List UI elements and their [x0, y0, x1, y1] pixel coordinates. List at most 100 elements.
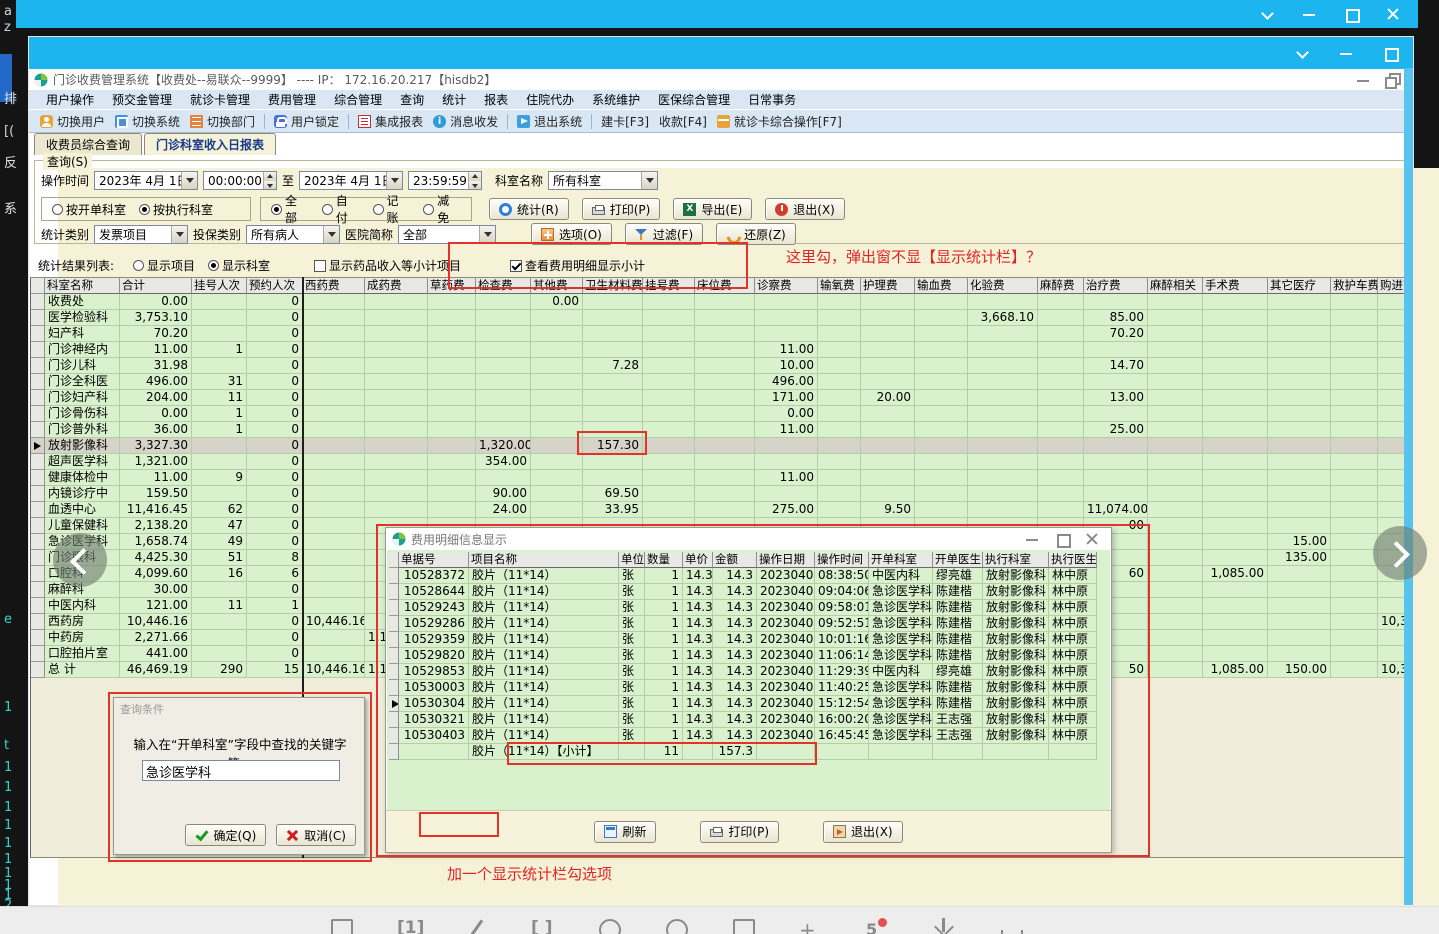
cell[interactable]	[861, 422, 915, 438]
insure-type-select[interactable]: 所有病人	[246, 224, 341, 244]
cell[interactable]: 0	[247, 502, 303, 518]
radio-show-items[interactable]: 显示项目	[133, 257, 208, 274]
cell[interactable]	[1203, 502, 1268, 518]
cell[interactable]	[1331, 502, 1378, 518]
cell[interactable]: 354.00	[476, 454, 531, 470]
header-cell[interactable]: 诊察费	[755, 278, 818, 294]
cell[interactable]	[695, 422, 755, 438]
cell[interactable]: 11.00	[120, 470, 192, 486]
cell[interactable]	[1203, 438, 1268, 454]
cell[interactable]	[1148, 294, 1203, 310]
cell[interactable]: 9.50	[861, 502, 915, 518]
cell[interactable]	[303, 470, 365, 486]
cell[interactable]	[818, 374, 861, 390]
cell[interactable]	[755, 310, 818, 326]
cell[interactable]	[915, 326, 968, 342]
cell[interactable]	[695, 486, 755, 502]
cell[interactable]	[1331, 550, 1378, 566]
menu-item-5[interactable]: 查询	[391, 91, 433, 108]
cell[interactable]	[303, 358, 365, 374]
cell[interactable]	[1331, 342, 1378, 358]
cell[interactable]	[1331, 614, 1378, 630]
cell[interactable]	[192, 326, 247, 342]
cell[interactable]	[192, 294, 247, 310]
cell[interactable]	[1203, 454, 1268, 470]
cell[interactable]	[915, 406, 968, 422]
cell[interactable]	[1148, 406, 1203, 422]
cell[interactable]	[695, 358, 755, 374]
cell[interactable]	[1148, 454, 1203, 470]
cell[interactable]: 0	[247, 310, 303, 326]
cell[interactable]	[1203, 582, 1268, 598]
cell[interactable]	[915, 438, 968, 454]
button-print-1[interactable]: 打印(P)	[581, 198, 661, 220]
cell[interactable]	[968, 406, 1038, 422]
cell[interactable]: 70.20	[120, 326, 192, 342]
cell[interactable]	[1331, 310, 1378, 326]
cell[interactable]	[303, 390, 365, 406]
cell[interactable]	[583, 294, 643, 310]
cell[interactable]	[818, 310, 861, 326]
table-row[interactable]: 放射影像科 3,327.30 0 1,320.00 157.30	[31, 438, 1407, 454]
cell[interactable]	[1148, 390, 1203, 406]
cell[interactable]: 0.00	[755, 406, 818, 422]
cell[interactable]	[476, 422, 531, 438]
cell[interactable]	[303, 406, 365, 422]
cell[interactable]: 血透中心	[45, 502, 120, 518]
chevron-down-icon[interactable]	[479, 225, 496, 243]
cell[interactable]	[1084, 374, 1148, 390]
cell[interactable]	[818, 470, 861, 486]
cell[interactable]	[643, 390, 695, 406]
menu-item-10[interactable]: 医保综合管理	[649, 91, 739, 108]
cell[interactable]	[1268, 422, 1331, 438]
cell[interactable]	[303, 630, 365, 646]
cell[interactable]	[1148, 662, 1203, 678]
cell[interactable]: 0	[247, 582, 303, 598]
cell[interactable]	[1268, 326, 1331, 342]
menu-item-8[interactable]: 住院代办	[517, 91, 583, 108]
brackets-icon[interactable]	[531, 918, 553, 934]
cell[interactable]	[1148, 534, 1203, 550]
cell[interactable]: 健康体检中	[45, 470, 120, 486]
menu-item-9[interactable]: 系统维护	[583, 91, 649, 108]
cell[interactable]: 妇产科	[45, 326, 120, 342]
radio-self-pay[interactable]: 自付	[321, 192, 360, 226]
cell[interactable]: 0	[247, 342, 303, 358]
cell[interactable]	[531, 406, 583, 422]
dept-select[interactable]: 所有科室	[548, 171, 659, 190]
header-cell[interactable]: 护理费	[861, 278, 915, 294]
cell[interactable]: 15	[247, 662, 303, 678]
cell[interactable]	[818, 390, 861, 406]
header-cell[interactable]: 麻醉费	[1038, 278, 1084, 294]
cell[interactable]	[643, 486, 695, 502]
radio-exempt[interactable]: 减免	[423, 192, 461, 226]
tray-icon[interactable]	[1000, 918, 1023, 934]
chevron-down-icon[interactable]	[1295, 46, 1309, 60]
cell[interactable]	[1084, 294, 1148, 310]
stat-type-select[interactable]: 发票项目	[94, 224, 189, 244]
cell[interactable]: 3,753.10	[120, 310, 192, 326]
radio-order-dept[interactable]: 按开单科室	[52, 201, 126, 218]
cell[interactable]	[583, 310, 643, 326]
cell[interactable]	[1331, 454, 1378, 470]
cell[interactable]	[1148, 502, 1203, 518]
cell[interactable]	[1268, 454, 1331, 470]
radio-all[interactable]: 全部	[271, 192, 309, 226]
cell[interactable]	[192, 358, 247, 374]
cell[interactable]	[192, 614, 247, 630]
chevron-down-icon[interactable]	[171, 225, 188, 243]
cell[interactable]	[1331, 358, 1378, 374]
cell[interactable]	[915, 358, 968, 374]
cell[interactable]	[583, 470, 643, 486]
cell[interactable]	[1268, 646, 1331, 662]
table-row[interactable]: 内镜诊疗中 159.50 0 90.00 69.50	[31, 486, 1407, 502]
cell[interactable]: 2,271.66	[120, 630, 192, 646]
square-icon[interactable]	[732, 918, 755, 934]
cell[interactable]: 36.00	[120, 422, 192, 438]
cell[interactable]: 0	[247, 358, 303, 374]
cell[interactable]	[1148, 630, 1203, 646]
cell[interactable]: 0.00	[531, 294, 583, 310]
cell[interactable]	[1148, 438, 1203, 454]
cell[interactable]	[1268, 390, 1331, 406]
cell[interactable]	[192, 438, 247, 454]
